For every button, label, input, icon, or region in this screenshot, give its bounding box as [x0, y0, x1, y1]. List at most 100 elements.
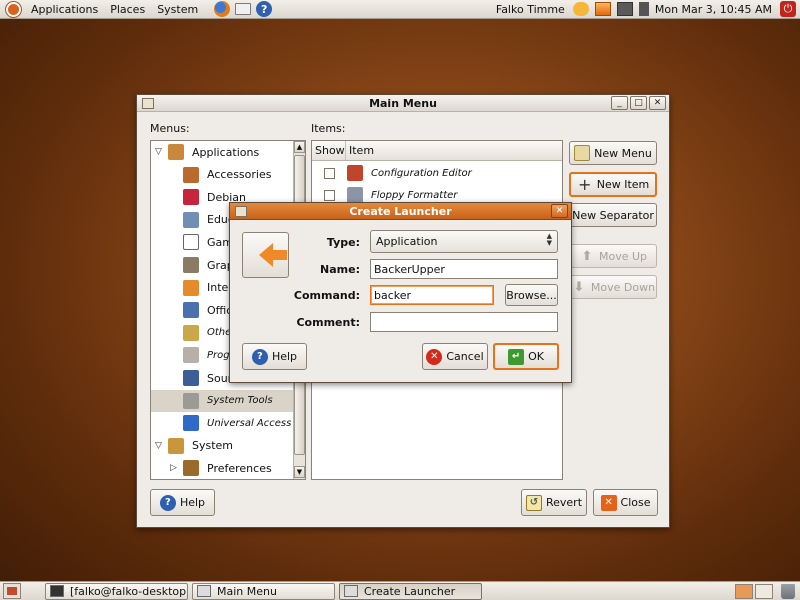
create-launcher-icon	[344, 585, 358, 597]
create-launcher-titlebar[interactable]: Create Launcher ✕	[230, 203, 571, 220]
move-up-button[interactable]: ⬆ Move Up	[569, 244, 657, 268]
new-menu-icon	[574, 145, 591, 161]
volume-icon[interactable]	[638, 2, 649, 16]
tree-item[interactable]: ▷ Preferences	[151, 457, 293, 479]
cancel-button[interactable]: ✕ Cancel	[422, 343, 488, 370]
tree-item-label: Preferences	[207, 461, 272, 475]
dialog-title: Create Launcher	[349, 204, 452, 218]
minimize-button[interactable]: _	[611, 96, 628, 110]
list-item[interactable]: Configuration Editor	[312, 162, 562, 184]
triangle-down-icon[interactable]: ▽	[155, 147, 165, 157]
arrow-down-icon: ⬇	[573, 279, 585, 295]
chevron-updown-icon: ▲ ▼	[546, 232, 552, 247]
tree-item[interactable]: ▽ Applications	[151, 141, 293, 163]
scroll-up-icon[interactable]: ▲	[294, 141, 305, 153]
ubuntu-logo-icon[interactable]	[6, 1, 21, 17]
tree-item[interactable]: ▽ System	[151, 435, 293, 457]
launcher-icon-button[interactable]	[242, 232, 289, 278]
taskbar-terminal[interactable]: [falko@falko-desktop:...	[45, 582, 188, 600]
bottom-panel: [falko@falko-desktop:... Main Menu Creat…	[0, 581, 800, 600]
close-dialog-button[interactable]: ✕	[551, 204, 568, 218]
triangle-down-icon[interactable]: ▽	[155, 441, 165, 451]
programming-icon	[183, 347, 199, 364]
items-label: Items:	[311, 122, 346, 135]
close-window-button[interactable]: ✕	[649, 96, 666, 110]
command-field[interactable]: backer	[370, 285, 494, 305]
revert-icon: ↺	[525, 494, 542, 511]
create-launcher-dialog: Create Launcher ✕ Type: Application ▲ ▼ N…	[229, 202, 572, 383]
browse-button[interactable]: Browse...	[505, 284, 558, 306]
update-notifier-icon[interactable]	[594, 2, 611, 16]
column-item[interactable]: Item	[346, 141, 562, 160]
terminal-icon	[50, 585, 64, 597]
weather-icon[interactable]	[572, 2, 589, 16]
new-item-button[interactable]: + New Item	[569, 172, 657, 197]
workspace-1[interactable]	[735, 583, 753, 599]
arrow-left-icon	[258, 243, 287, 267]
system-menu[interactable]: System	[149, 0, 202, 19]
applications-menu[interactable]: Applications	[27, 0, 102, 19]
help-button[interactable]: ? Help	[150, 489, 215, 516]
places-menu[interactable]: Places	[102, 0, 149, 19]
launcher-icon	[235, 205, 247, 217]
tree-item[interactable]: Universal Access	[151, 412, 293, 434]
main-menu-titlebar[interactable]: Main Menu _ □ ✕	[137, 95, 669, 112]
scroll-down-icon[interactable]: ▼	[294, 466, 305, 478]
move-down-button[interactable]: ⬇ Move Down	[569, 275, 657, 299]
name-field[interactable]: BackerUpper	[370, 259, 558, 279]
system-tools-icon	[183, 392, 199, 409]
tree-item-label: System Tools	[207, 395, 273, 407]
clock[interactable]: Mon Mar 3, 10:45 AM	[655, 3, 772, 16]
mail-icon[interactable]	[235, 3, 252, 15]
top-panel: Applications Places System ? Falko Timme…	[0, 0, 800, 19]
window-title: Main Menu	[369, 96, 437, 110]
tree-item-label: System	[192, 439, 234, 453]
type-label: Type:	[326, 236, 360, 249]
help-icon: ?	[159, 494, 176, 511]
new-separator-button[interactable]: New Separator	[569, 203, 657, 227]
other-icon	[183, 324, 199, 341]
tree-item[interactable]: Accessories	[151, 164, 293, 186]
taskbar-main-menu[interactable]: Main Menu	[192, 582, 335, 600]
type-select[interactable]: Application ▲ ▼	[370, 230, 558, 253]
tree-item-label: Applications	[192, 145, 260, 159]
universal-access-icon	[183, 415, 199, 432]
accessories-icon	[183, 166, 199, 183]
tree-item[interactable]: System Tools	[151, 389, 293, 412]
show-checkbox[interactable]	[324, 167, 335, 179]
debian-icon	[183, 189, 199, 206]
maximize-button[interactable]: □	[630, 96, 647, 110]
trash-icon[interactable]	[781, 583, 795, 599]
triangle-right-icon[interactable]: ▷	[170, 463, 180, 473]
network-icon[interactable]	[616, 2, 633, 16]
revert-button[interactable]: ↺ Revert	[521, 489, 587, 516]
taskbar-create-launcher[interactable]: Create Launcher	[339, 582, 482, 600]
item-label: Floppy Formatter	[371, 189, 458, 201]
new-menu-button[interactable]: New Menu	[569, 141, 657, 165]
graphics-icon	[183, 257, 199, 273]
help-icon[interactable]: ?	[256, 1, 273, 17]
close-button[interactable]: ✕ Close	[593, 489, 658, 516]
column-show[interactable]: Show	[312, 141, 346, 160]
enter-icon: ↵	[508, 348, 525, 365]
dialog-help-button[interactable]: ? Help	[242, 343, 307, 370]
power-icon[interactable]: ⏻	[780, 1, 796, 17]
ok-button[interactable]: ↵ OK	[493, 343, 559, 370]
education-icon	[183, 211, 199, 228]
games-icon	[183, 234, 199, 251]
show-desktop-button[interactable]	[3, 583, 21, 599]
close-icon: ✕	[600, 494, 617, 511]
user-name[interactable]: Falko Timme	[496, 3, 565, 16]
tree-item-label: Accessories	[207, 168, 272, 182]
comment-label: Comment:	[296, 316, 360, 329]
show-checkbox[interactable]	[324, 189, 335, 201]
firefox-icon[interactable]	[214, 1, 231, 17]
cancel-icon: ✕	[426, 348, 443, 365]
floppy-icon	[347, 187, 363, 203]
workspace-2[interactable]	[755, 583, 773, 599]
config-editor-icon	[347, 165, 363, 181]
sound-icon	[183, 370, 199, 386]
comment-field[interactable]	[370, 312, 558, 332]
internet-icon	[183, 279, 199, 296]
items-header: Show Item	[312, 141, 562, 161]
